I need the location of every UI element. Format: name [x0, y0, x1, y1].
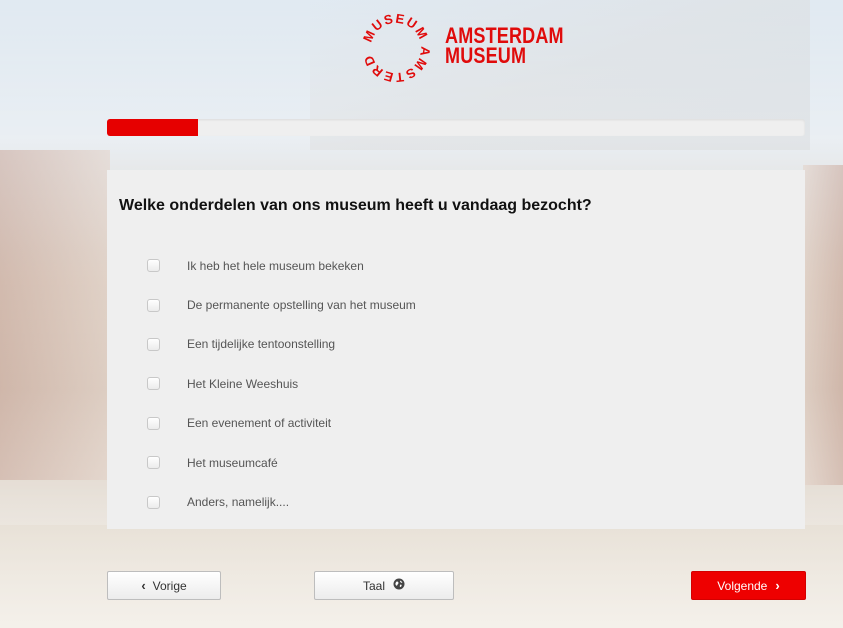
logo-wordmark: AMSTERDAM MUSEUM	[445, 25, 564, 68]
next-button-label: Volgende	[717, 578, 768, 593]
checkbox[interactable]	[147, 416, 160, 430]
option-label: Een tijdelijke tentoonstelling	[187, 337, 336, 352]
checkbox[interactable]	[147, 337, 160, 351]
progress-bar	[107, 119, 805, 136]
checkbox[interactable]	[147, 259, 160, 273]
globe-icon	[393, 578, 405, 593]
option-label: Het Kleine Weeshuis	[187, 376, 299, 391]
next-button[interactable]: Volgende ›	[691, 571, 806, 600]
option-label: De permanente opstelling van het museum	[187, 298, 416, 313]
checkbox[interactable]	[147, 456, 160, 470]
question-panel: Welke onderdelen van ons museum heeft u …	[107, 170, 805, 529]
language-button[interactable]: Taal	[314, 571, 454, 600]
previous-button-label: Vorige	[152, 578, 187, 593]
option-item[interactable]: Het Kleine Weeshuis	[147, 364, 416, 403]
checkbox[interactable]	[147, 377, 160, 391]
chevron-left-icon: ‹	[141, 578, 146, 593]
language-button-label: Taal	[362, 578, 385, 593]
option-item[interactable]: Een tijdelijke tentoonstelling	[147, 325, 416, 364]
option-item[interactable]: De permanente opstelling van het museum	[147, 285, 416, 324]
option-label: Het museumcafé	[187, 455, 278, 470]
option-label: Een evenement of activiteit	[187, 416, 332, 431]
chevron-right-icon: ›	[775, 578, 780, 593]
option-item[interactable]: Het museumcafé	[147, 443, 416, 482]
museum-seal-logo: MUSEUM AMSTERDAM	[358, 12, 433, 84]
option-label: Anders, namelijk....	[187, 495, 290, 510]
previous-button[interactable]: ‹ Vorige	[107, 571, 221, 600]
option-label: Ik heb het hele museum bekeken	[187, 258, 364, 273]
progress-bar-fill	[107, 119, 198, 136]
option-item[interactable]: Een evenement of activiteit	[147, 404, 416, 443]
checkbox[interactable]	[147, 495, 160, 509]
svg-text:MUSEUM AMSTERDAM: MUSEUM AMSTERDAM	[358, 12, 433, 84]
background-building-left	[0, 150, 110, 480]
option-item[interactable]: Anders, namelijk....	[147, 482, 416, 521]
question-title: Welke onderdelen van ons museum heeft u …	[119, 197, 592, 214]
checkbox[interactable]	[147, 298, 160, 312]
logo-line-2: MUSEUM	[445, 43, 527, 68]
background-building-right	[803, 165, 843, 485]
option-item[interactable]: Ik heb het hele museum bekeken	[147, 246, 416, 285]
options-list: Ik heb het hele museum bekeken De perman…	[147, 246, 416, 522]
amsterdam-museum-logo: MUSEUM AMSTERDAM AMSTERDAM MUSEUM	[358, 12, 564, 84]
